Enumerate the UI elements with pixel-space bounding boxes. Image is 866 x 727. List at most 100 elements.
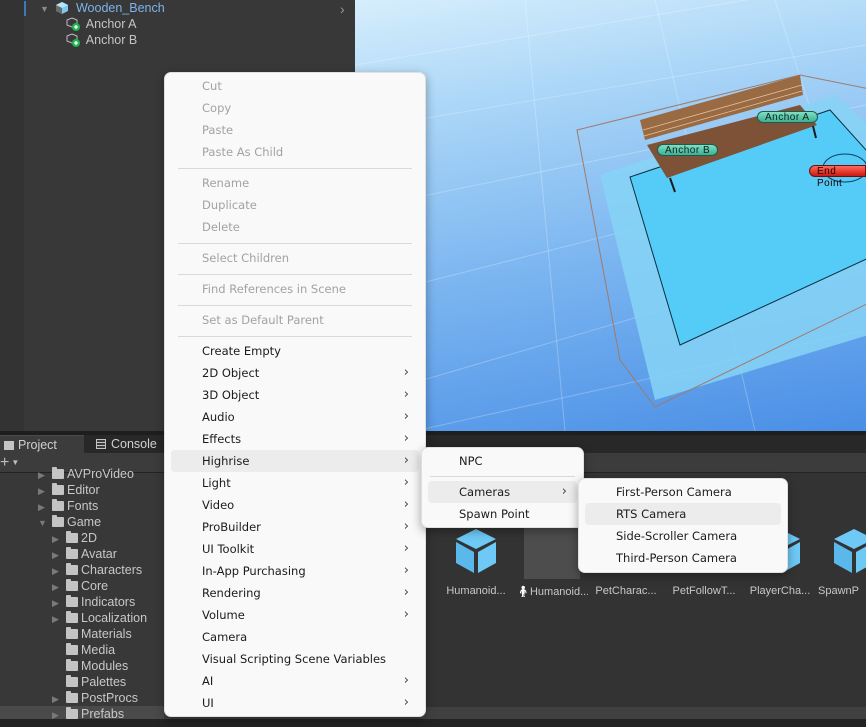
collapse-triangle-icon[interactable]: ▼ (38, 515, 52, 531)
menu-item-find-references[interactable]: Find References in Scene (171, 278, 419, 300)
folder-icon (66, 611, 78, 623)
folder-item-indicators[interactable]: ▶ Indicators (52, 594, 135, 610)
folder-icon (52, 467, 64, 479)
hierarchy-item-anchor-b[interactable]: Anchor B (66, 32, 137, 48)
anchor-a-label[interactable]: Anchor A (757, 111, 818, 123)
menu-item-create-empty[interactable]: Create Empty (171, 340, 419, 362)
folder-icon (66, 659, 78, 671)
folder-icon (66, 627, 78, 639)
folder-item-editor[interactable]: ▶ Editor (38, 482, 100, 498)
menu-item-first-person-camera[interactable]: First-Person Camera (585, 481, 781, 503)
folder-open-icon (52, 515, 64, 527)
create-asset-button[interactable]: + ▼ (0, 454, 19, 472)
menu-item-2d-object[interactable]: 2D Object › (171, 362, 419, 384)
menu-item-effects[interactable]: Effects › (171, 428, 419, 450)
menu-item-set-default-parent[interactable]: Set as Default Parent (171, 309, 419, 331)
gameobject-add-icon (66, 17, 80, 31)
asset-tile[interactable]: Humanoid... (440, 523, 512, 597)
anchor-b-label[interactable]: Anchor B (657, 144, 719, 156)
prefab-icon (448, 523, 504, 579)
menu-item-video[interactable]: Video › (171, 494, 419, 516)
menu-item-duplicate[interactable]: Duplicate (171, 194, 419, 216)
chevron-right-icon: › (403, 541, 409, 556)
folder-item-localization[interactable]: ▶ Localization (52, 610, 147, 626)
expand-triangle-icon[interactable]: ▶ (38, 467, 52, 483)
folder-item-core[interactable]: ▶ Core (52, 578, 108, 594)
folder-icon (66, 547, 78, 559)
folder-item-2d[interactable]: ▶ 2D (52, 530, 97, 546)
folder-label: Editor (67, 483, 100, 497)
hierarchy-item-anchor-a[interactable]: Anchor A (66, 16, 137, 32)
folder-label: PostProcs (81, 691, 138, 705)
folder-item-avatar[interactable]: ▶ Avatar (52, 546, 117, 562)
expand-triangle-icon[interactable]: ▶ (52, 563, 66, 579)
tab-console[interactable]: Console (84, 435, 164, 453)
folder-item-characters[interactable]: ▶ Characters (52, 562, 142, 578)
tab-label: Project (18, 438, 57, 452)
menu-item-3d-object[interactable]: 3D Object › (171, 384, 419, 406)
chevron-right-icon: › (403, 453, 409, 468)
open-prefab-arrow-icon[interactable]: › (340, 1, 345, 17)
expand-triangle-icon[interactable]: ▶ (52, 579, 66, 595)
menu-item-spawn-point[interactable]: Spawn Point (428, 503, 577, 525)
menu-item-third-person-camera[interactable]: Third-Person Camera (585, 547, 781, 569)
expand-triangle-icon[interactable]: ▼ (40, 1, 52, 17)
menu-item-light[interactable]: Light › (171, 472, 419, 494)
menu-item-ai[interactable]: AI › (171, 670, 419, 692)
folder-icon (66, 579, 78, 591)
console-icon (96, 439, 106, 449)
menu-item-cut[interactable]: Cut (171, 75, 419, 97)
folder-item-palettes[interactable]: Palettes (52, 674, 126, 690)
asset-name: 🧍︎Humanoid... (516, 586, 588, 598)
expand-triangle-icon[interactable]: ▶ (38, 483, 52, 499)
asset-tile[interactable]: SpawnP (818, 523, 866, 597)
folder-item-modules[interactable]: Modules (52, 658, 128, 674)
menu-item-delete[interactable]: Delete (171, 216, 419, 238)
folder-item-media[interactable]: Media (52, 642, 115, 658)
folder-item-fonts[interactable]: ▶ Fonts (38, 498, 98, 514)
menu-item-cameras[interactable]: Cameras › (428, 481, 577, 503)
menu-item-rts-camera[interactable]: RTS Camera (585, 503, 781, 525)
folder-item-avprovideo[interactable]: ▶ AVProVideo (38, 466, 134, 482)
hierarchy-item-wooden-bench[interactable]: ▼ Wooden_Bench (40, 0, 165, 16)
menu-item-ui-toolkit[interactable]: UI Toolkit › (171, 538, 419, 560)
chevron-right-icon: › (403, 475, 409, 490)
menu-item-rename[interactable]: Rename (171, 172, 419, 194)
folder-item-game[interactable]: ▼ Game (38, 514, 101, 530)
menu-item-ui[interactable]: UI › (171, 692, 419, 714)
menu-item-select-children[interactable]: Select Children (171, 247, 419, 269)
avatar-thumbnail (524, 523, 580, 579)
menu-item-npc[interactable]: NPC (428, 450, 577, 472)
chevron-down-icon: ▼ (11, 458, 20, 467)
expand-triangle-icon[interactable]: ▶ (38, 499, 52, 515)
menu-item-side-scroller-camera[interactable]: Side-Scroller Camera (585, 525, 781, 547)
menu-item-rendering[interactable]: Rendering › (171, 582, 419, 604)
menu-separator (430, 476, 575, 477)
folder-item-materials[interactable]: Materials (52, 626, 132, 642)
plus-icon: + (0, 454, 10, 471)
tab-project[interactable]: Project (0, 435, 84, 453)
expand-triangle-icon[interactable]: ▶ (52, 691, 66, 707)
menu-item-camera[interactable]: Camera (171, 626, 419, 648)
hierarchy-label: Anchor A (85, 17, 137, 31)
expand-triangle-icon[interactable]: ▶ (52, 547, 66, 563)
menu-item-in-app-purchasing[interactable]: In-App Purchasing › (171, 560, 419, 582)
menu-item-highrise[interactable]: Highrise › (171, 450, 419, 472)
expand-triangle-icon[interactable]: ▶ (52, 611, 66, 627)
scene-view[interactable]: Anchor A Anchor B End Point (355, 0, 866, 431)
project-folder-tree[interactable]: ▶ AVProVideo ▶ Editor ▶ Fonts ▼ Game ▶ 2D ▶ Av… (0, 467, 164, 727)
menu-item-volume[interactable]: Volume › (171, 604, 419, 626)
menu-item-probuilder[interactable]: ProBuilder › (171, 516, 419, 538)
folder-item-postprocs[interactable]: ▶ PostProcs (52, 690, 138, 706)
asset-name: PlayerCha... (749, 585, 811, 597)
expand-triangle-icon[interactable]: ▶ (52, 595, 66, 611)
menu-item-visual-scripting-scene-variables[interactable]: Visual Scripting Scene Variables (171, 648, 419, 670)
menu-item-copy[interactable]: Copy (171, 97, 419, 119)
end-point-label[interactable]: End Point (809, 165, 866, 189)
menu-item-paste-as-child[interactable]: Paste As Child (171, 141, 419, 163)
hierarchy-label: Anchor B (85, 33, 138, 47)
expand-triangle-icon[interactable]: ▶ (52, 531, 66, 547)
menu-item-paste[interactable]: Paste (171, 119, 419, 141)
menu-item-audio[interactable]: Audio › (171, 406, 419, 428)
asset-name: PetCharac... (595, 585, 657, 597)
